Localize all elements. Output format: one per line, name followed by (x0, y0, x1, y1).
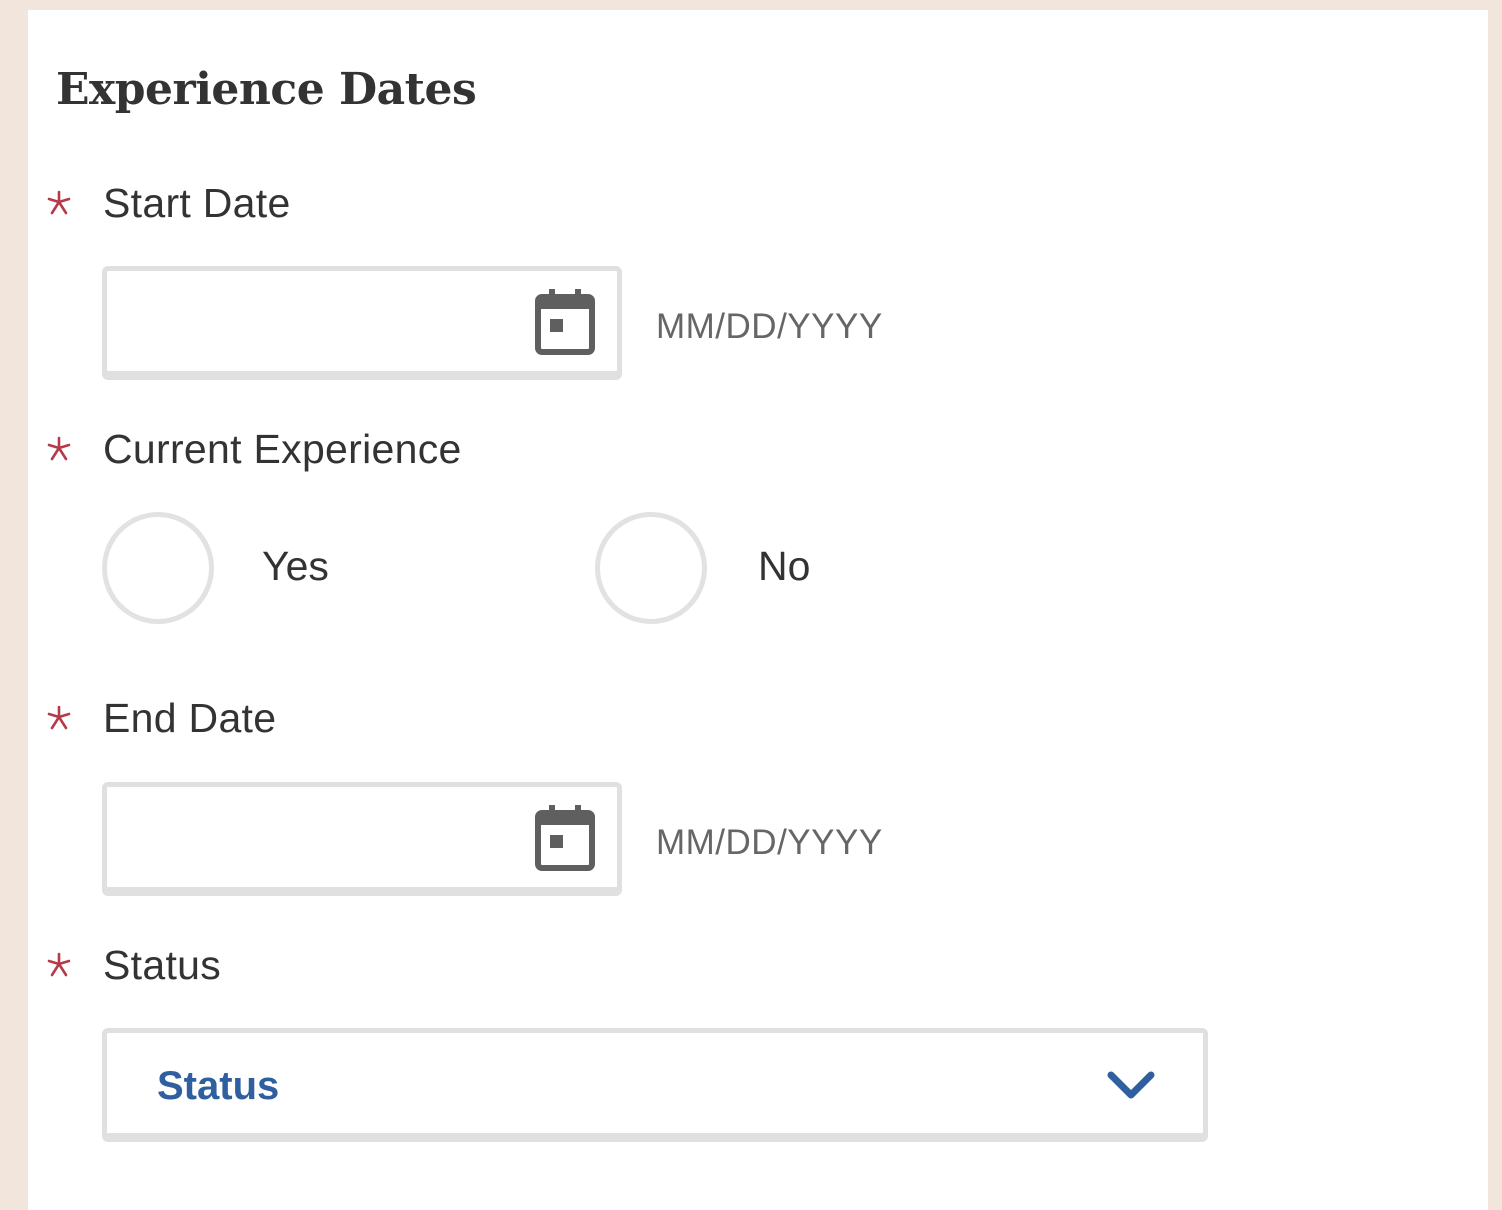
experience-dates-panel: Experience Dates Start Date MM/DD/YYYY C… (28, 10, 1488, 1210)
radio-yes-label[interactable]: Yes (262, 541, 329, 591)
asterisk-icon (46, 952, 72, 978)
status-label-row: Status (46, 940, 221, 990)
end-date-label: End Date (103, 694, 277, 741)
status-select[interactable]: Status (102, 1028, 1208, 1142)
start-date-format-hint: MM/DD/YYYY (656, 307, 883, 346)
radio-no-label[interactable]: No (758, 541, 810, 591)
asterisk-icon (46, 436, 72, 462)
current-experience-label: Current Experience (103, 425, 462, 472)
asterisk-icon (46, 190, 72, 216)
end-date-input[interactable] (102, 782, 622, 896)
status-label: Status (103, 941, 222, 988)
calendar-icon[interactable] (535, 805, 595, 871)
end-date-format-hint: MM/DD/YYYY (656, 823, 883, 862)
start-date-label-row: Start Date (46, 178, 291, 228)
calendar-icon[interactable] (535, 289, 595, 355)
radio-yes[interactable] (102, 512, 214, 624)
section-title: Experience Dates (56, 64, 477, 115)
end-date-label-row: End Date (46, 693, 276, 743)
status-select-value: Status (157, 1064, 280, 1108)
radio-no[interactable] (595, 512, 707, 624)
start-date-input[interactable] (102, 266, 622, 380)
start-date-label: Start Date (103, 179, 291, 226)
current-experience-label-row: Current Experience (46, 424, 462, 474)
chevron-down-icon (1107, 1069, 1155, 1101)
asterisk-icon (46, 705, 72, 731)
